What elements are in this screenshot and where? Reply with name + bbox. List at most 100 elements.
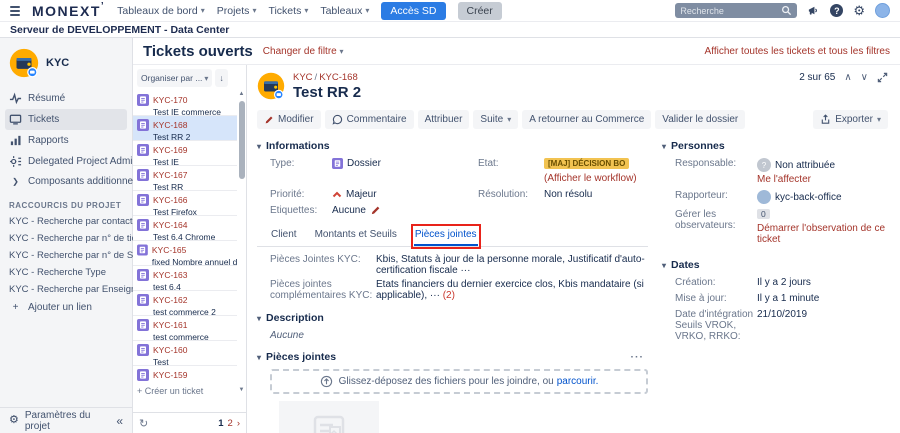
show-all-filters-link[interactable]: Afficher toutes les tickets et tous les … [705, 46, 890, 57]
project-settings-label[interactable]: Paramètres du projet [25, 410, 110, 432]
start-watching-link[interactable]: Démarrer l'observation de ce ticket [757, 223, 900, 245]
search-icon [781, 5, 792, 16]
edit-labels-pencil-icon[interactable] [370, 205, 381, 216]
people-section-header: ▾ Personnes [662, 140, 900, 152]
add-link-button[interactable]: + Ajouter un lien [5, 298, 127, 317]
ticket-row-kyc-168-selected[interactable]: KYC-168Test RR 2 [133, 116, 237, 141]
sidebar-item-rapports[interactable]: Rapports [5, 130, 127, 151]
ticket-row-kyc-170[interactable]: KYC-170Test IE commerce [133, 91, 237, 116]
next-page-icon[interactable]: › [237, 418, 240, 429]
issue-type-icon [137, 219, 149, 231]
attachment-card[interactable]: IBAN TEST.docx Il y a 1 minute 13 kB [279, 401, 379, 433]
page-2[interactable]: 2 [228, 418, 233, 429]
next-issue-icon[interactable]: ∨ [861, 72, 868, 83]
sidebar-item-delegated-admin[interactable]: Delegated Project Admin [5, 151, 127, 172]
sidebar-item-tickets[interactable]: Tickets [5, 109, 127, 130]
ticket-row-kyc-160[interactable]: KYC-160Test [133, 341, 237, 366]
expand-icon[interactable] [877, 72, 888, 83]
ticket-row-kyc-169[interactable]: KYC-169Test IE [133, 141, 237, 166]
ticket-row-kyc-164[interactable]: KYC-164Test 6.4 Chrome [133, 216, 237, 241]
attachments-more-icon[interactable]: ··· [631, 351, 649, 363]
scroll-down-icon[interactable]: ▼ [237, 387, 246, 393]
order-by-button[interactable]: Organiser par ...▾ [137, 69, 212, 87]
breadcrumb-project-link[interactable]: KYC [293, 72, 313, 83]
user-avatar[interactable] [875, 3, 890, 18]
reporter-value[interactable]: kyc-back-office [775, 192, 842, 203]
scroll-up-icon[interactable]: ▲ [237, 91, 246, 97]
ticket-row-kyc-162[interactable]: KYC-162test commerce 2 [133, 291, 237, 316]
project-settings-gear-icon[interactable]: ⚙ [9, 414, 19, 427]
collapse-section-icon[interactable]: ▾ [662, 142, 666, 151]
shortcut-recherche-contact[interactable]: KYC - Recherche par contact [5, 213, 127, 230]
collapse-section-icon[interactable]: ▾ [257, 353, 261, 362]
collapse-section-icon[interactable]: ▾ [257, 314, 261, 323]
ticket-row-kyc-163[interactable]: KYC-163test 6.4 [133, 266, 237, 291]
attachments-section-header: ▾ Pièces jointes ··· [257, 351, 648, 363]
created-label: Création: [675, 277, 757, 288]
create-ticket-link[interactable]: + Créer un ticket [133, 382, 237, 400]
upload-cloud-icon [320, 375, 333, 388]
validate-dossier-button[interactable]: Valider le dossier [655, 110, 745, 129]
nav-tickets[interactable]: Tickets▾ [268, 5, 308, 17]
priority-label: Priorité: [270, 189, 332, 200]
return-to-commerce-button[interactable]: A retourner au Commerce [522, 110, 651, 129]
shortcut-recherche-ticket[interactable]: KYC - Recherche par n° de ticket [5, 230, 127, 247]
shortcut-recherche-siret[interactable]: KYC - Recherche par n° de SIRET [5, 247, 127, 264]
page-1[interactable]: 1 [218, 418, 223, 429]
export-button[interactable]: Exporter▾ [813, 110, 888, 129]
sort-direction-button[interactable]: ↓ [215, 69, 227, 87]
refresh-icon[interactable]: ↻ [139, 417, 148, 430]
nav-tableaux-de-bord[interactable]: Tableaux de bord▾ [117, 5, 205, 17]
nav-projets[interactable]: Projets▾ [217, 5, 257, 17]
announcement-banner: Serveur de DEVELOPPEMENT - Data Center [0, 22, 900, 38]
tab-client[interactable]: Client [270, 227, 298, 246]
collapse-sidebar-icon[interactable]: « [116, 414, 123, 428]
list-scrollbar[interactable]: ▲ ▼ [237, 91, 246, 393]
issue-detail-panel: KYC/KYC-168 Test RR 2 2 sur 65 ∧ ∨ Modif… [247, 65, 900, 433]
nav-tableaux[interactable]: Tableaux▾ [320, 5, 369, 17]
issue-type-icon [332, 158, 343, 169]
shortcut-recherche-enseigne[interactable]: KYC - Recherche par Enseigne [5, 281, 127, 298]
collapse-section-icon[interactable]: ▾ [257, 142, 261, 151]
scrollbar-thumb[interactable] [239, 101, 245, 179]
chevron-down-icon: ▾ [252, 6, 256, 15]
announcement-icon[interactable] [807, 4, 820, 17]
attachment-count: (2) [443, 290, 455, 301]
attachment-dropzone[interactable]: Glissez-déposez des fichiers pour les jo… [270, 369, 648, 394]
assign-to-me-link[interactable]: Me l'affecter [757, 174, 900, 185]
comment-button[interactable]: Commentaire [325, 110, 414, 129]
collapse-section-icon[interactable]: ▾ [662, 261, 666, 270]
show-workflow-link[interactable]: (Afficher le workflow) [544, 173, 637, 184]
project-header[interactable]: KYC [5, 46, 127, 88]
sidebar-item-resume[interactable]: Résumé [5, 88, 127, 109]
acces-sd-button[interactable]: Accès SD [381, 2, 445, 20]
search-box[interactable] [675, 3, 797, 18]
ticket-row-kyc-161[interactable]: KYC-161test commerce [133, 316, 237, 341]
logo-mark: ’ [101, 1, 105, 12]
edit-button[interactable]: Modifier [257, 110, 321, 129]
ticket-row-kyc-165[interactable]: KYC-165fixed Nombre annuel d... [133, 241, 237, 266]
issue-type-icon [137, 369, 149, 381]
ticket-row-kyc-166[interactable]: KYC-166Test Firefox [133, 191, 237, 216]
pencil-icon [264, 115, 274, 125]
browse-files-link[interactable]: parcourir. [557, 376, 599, 387]
monext-logo[interactable]: MONEXT’ [32, 3, 105, 19]
create-button[interactable]: Créer [458, 2, 502, 20]
shortcut-recherche-type[interactable]: KYC - Recherche Type [5, 264, 127, 281]
assign-button[interactable]: Attribuer [418, 110, 470, 129]
help-icon[interactable]: ? [830, 4, 843, 17]
tab-pieces-jointes[interactable]: Pièces jointes [414, 227, 478, 246]
more-actions-button[interactable]: Suite▾ [473, 110, 518, 129]
breadcrumb-issue-link[interactable]: KYC-168 [319, 72, 358, 83]
labels-label: Etiquettes: [270, 205, 332, 216]
attachment-thumbnail[interactable] [279, 401, 379, 433]
previous-issue-icon[interactable]: ∧ [844, 72, 851, 83]
settings-gear-icon[interactable]: ⚙ [853, 4, 865, 17]
change-filter-link[interactable]: Changer de filtre ▾ [263, 46, 344, 57]
sidebar-item-composants[interactable]: ❯ Composants additionnels [5, 172, 127, 191]
ticket-row-kyc-159[interactable]: KYC-159 [133, 366, 237, 382]
app-switcher-icon[interactable] [10, 6, 20, 16]
tab-montants-et-seuils[interactable]: Montants et Seuils [314, 227, 398, 246]
ticket-row-kyc-167[interactable]: KYC-167Test RR [133, 166, 237, 191]
search-input[interactable] [680, 6, 781, 16]
